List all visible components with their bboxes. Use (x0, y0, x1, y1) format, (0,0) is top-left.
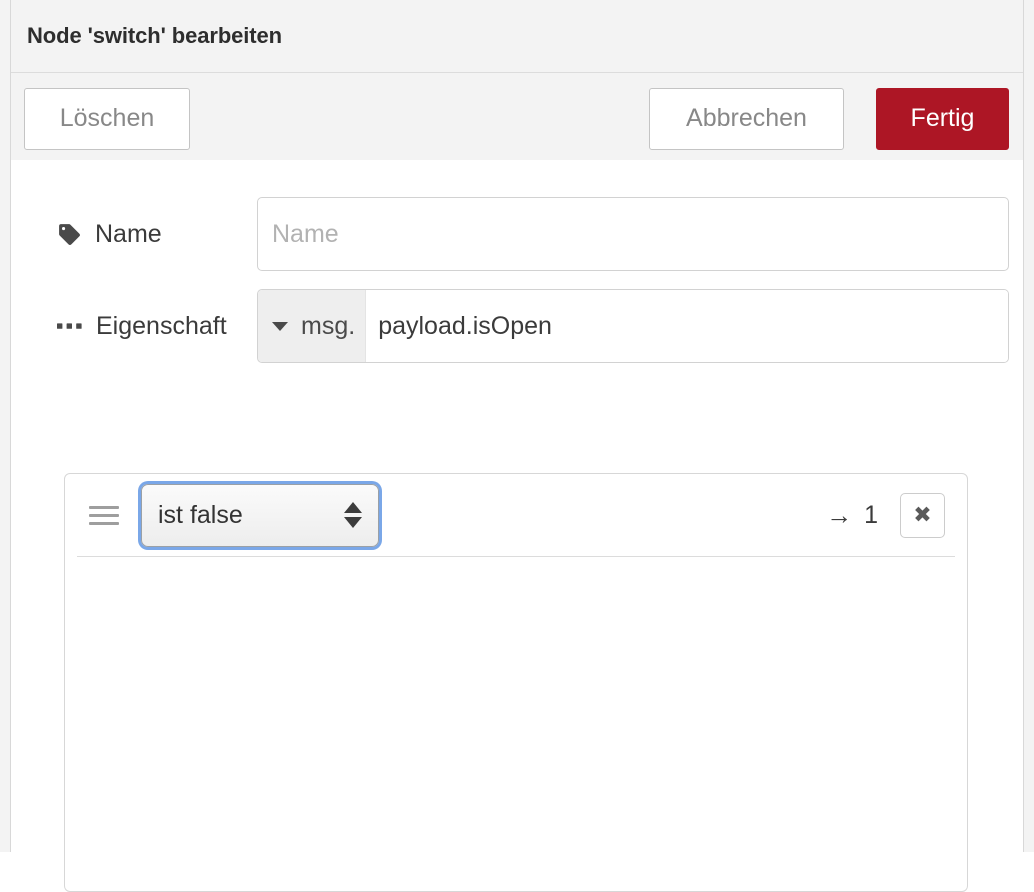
property-label-text: Eigenschaft (96, 311, 227, 340)
name-row: Name (24, 197, 1009, 271)
property-value-input[interactable]: payload.isOpen (366, 290, 1008, 362)
page-title: Node 'switch' bearbeiten (27, 23, 283, 48)
name-label: Name (24, 220, 257, 249)
property-typed-input: msg. payload.isOpen (257, 289, 1009, 363)
drag-handle-icon[interactable] (89, 505, 119, 525)
rule-operator-value: ist false (158, 500, 243, 529)
right-margin-strip (1023, 0, 1034, 852)
properties-form: Name Eigenschaft (11, 160, 1023, 892)
name-input[interactable] (257, 197, 1009, 271)
dialog-header: Node 'switch' bearbeiten (11, 0, 1023, 73)
property-label: Eigenschaft (24, 312, 257, 341)
property-type-label: msg. (301, 311, 356, 340)
left-margin-strip (0, 0, 11, 852)
ellipsis-icon (57, 321, 83, 331)
delete-button[interactable]: Löschen (24, 87, 190, 150)
chevron-down-icon (272, 321, 288, 331)
rule-output-label: → 1 (826, 500, 878, 531)
property-row: Eigenschaft msg. payload.isOpen (24, 289, 1009, 363)
cancel-button[interactable]: Abbrechen (649, 87, 844, 150)
rule-output-index: 1 (864, 500, 878, 529)
done-button[interactable]: Fertig (876, 87, 1009, 150)
name-label-text: Name (95, 219, 162, 248)
rule-delete-button[interactable]: ✖ (900, 492, 945, 538)
dialog-button-bar: Löschen Abbrechen Fertig (11, 73, 1023, 165)
stepper-arrows-icon (344, 502, 362, 528)
rules-container: ist false → 1 ✖ (64, 473, 968, 892)
node-edit-dialog-screen: Node 'switch' bearbeiten Löschen Abbrech… (0, 0, 1034, 892)
rule-operator-select[interactable]: ist false (141, 483, 379, 547)
rule-row: ist false → 1 ✖ (77, 474, 955, 557)
edit-node-dialog: Node 'switch' bearbeiten Löschen Abbrech… (11, 0, 1023, 892)
arrow-right-icon: → (826, 499, 853, 530)
tag-icon (57, 222, 82, 247)
property-type-selector[interactable]: msg. (258, 290, 367, 362)
